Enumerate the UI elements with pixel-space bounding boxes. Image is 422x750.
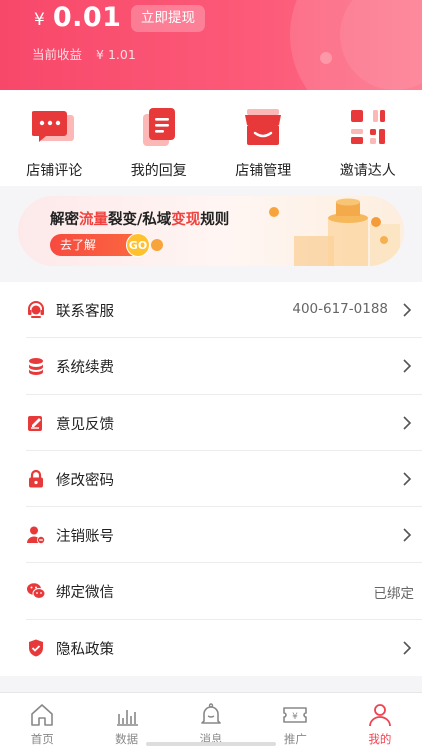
coin-dot-icon: [151, 239, 163, 251]
shortcut-store-management[interactable]: 店铺管理: [211, 90, 316, 186]
chevron-right-icon: [403, 303, 412, 317]
menu-label: 隐私政策: [56, 641, 114, 658]
menu-label: 系统续费: [56, 360, 114, 377]
comment-bubble-icon: [32, 106, 76, 148]
earnings-label: 当前收益: [32, 47, 83, 62]
menu-label: 修改密码: [56, 472, 114, 489]
wechat-bound-status: 已绑定: [373, 586, 415, 603]
user-remove-icon: [27, 526, 45, 545]
lock-icon: [29, 469, 43, 488]
balance-amount: 0.01: [52, 2, 122, 33]
bell-icon: [201, 703, 221, 724]
banner-title-highlight: 流量: [79, 212, 108, 228]
go-badge[interactable]: GO: [126, 233, 150, 257]
shortcut-invite-experts[interactable]: 邀请达人: [316, 90, 421, 186]
home-icon: [31, 704, 54, 726]
coin-stack-illustration: [269, 198, 400, 266]
menu-item-bind-wechat[interactable]: 绑定微信 已绑定: [26, 563, 422, 620]
banner-title-part: 解密: [50, 212, 79, 228]
chevron-right-icon: [403, 472, 412, 486]
menu-label: 注销账号: [56, 529, 114, 546]
promo-banner[interactable]: 解密流量裂变/私域变现规则 去了解 GO: [18, 196, 404, 266]
currency-symbol: ¥: [34, 9, 45, 30]
shortcut-label: 店铺评论: [26, 163, 83, 179]
shortcut-grid: 店铺评论 我的回复 店铺管理 邀请达人: [0, 90, 422, 186]
feedback-edit-icon: [28, 415, 42, 431]
bar-chart-icon: [116, 710, 138, 726]
banner-title-part: 规则: [200, 212, 230, 228]
tab-label: 我的: [368, 732, 392, 746]
menu-label: 意见反馈: [56, 416, 114, 433]
banner-title-part: 裂变/私域: [108, 212, 172, 228]
balance-header: ¥ 0.01 立即提现 当前收益 ¥ 1.01: [0, 0, 422, 90]
tab-label: 推广: [283, 732, 307, 746]
tab-label: 首页: [30, 732, 54, 746]
menu-item-system-renewal[interactable]: 系统续费: [26, 338, 422, 395]
qr-code-icon: [348, 106, 388, 148]
home-indicator: [146, 742, 276, 746]
current-earnings: 当前收益 ¥ 1.01: [32, 44, 136, 63]
menu-item-privacy-policy[interactable]: 隐私政策: [26, 620, 422, 676]
tab-home[interactable]: 首页: [0, 693, 84, 750]
banner-title-highlight: 变现: [171, 212, 201, 228]
chevron-right-icon: [403, 528, 412, 542]
ticket-icon: ¥: [283, 707, 308, 723]
menu-label: 绑定微信: [56, 585, 114, 602]
svg-text:¥: ¥: [293, 712, 299, 722]
shortcut-my-replies[interactable]: 我的回复: [107, 90, 212, 186]
withdraw-button[interactable]: 立即提现: [131, 5, 205, 32]
menu-item-feedback[interactable]: 意见反馈: [26, 395, 422, 451]
menu-item-delete-account[interactable]: 注销账号: [26, 507, 422, 564]
earnings-value: ¥ 1.01: [96, 47, 136, 62]
balance-display: ¥ 0.01: [34, 2, 121, 33]
document-icon: [139, 106, 179, 148]
shortcut-label: 我的回复: [130, 163, 187, 179]
person-icon: [368, 704, 391, 727]
shield-check-icon: [29, 639, 43, 657]
storefront-icon: [241, 106, 285, 148]
settings-menu: 联系客服 400-617-0188 系统续费 意见反馈 修改密码 注销账号 绑定…: [0, 282, 422, 677]
wechat-icon: [27, 583, 46, 600]
banner-title: 解密流量裂变/私域变现规则: [50, 208, 229, 229]
shortcut-label: 店铺管理: [235, 163, 292, 179]
menu-item-change-password[interactable]: 修改密码: [26, 451, 422, 508]
tab-label: 数据: [115, 732, 139, 746]
chevron-right-icon: [403, 416, 412, 430]
menu-item-contact-support[interactable]: 联系客服 400-617-0188: [26, 282, 422, 339]
chevron-right-icon: [403, 359, 412, 373]
shortcut-store-reviews[interactable]: 店铺评论: [2, 90, 107, 186]
coins-icon: [29, 358, 43, 376]
support-phone-number: 400-617-0188: [292, 301, 388, 317]
menu-label: 联系客服: [56, 304, 114, 320]
chevron-right-icon: [403, 641, 412, 655]
tab-mine[interactable]: 我的: [338, 693, 422, 750]
shortcut-label: 邀请达人: [339, 163, 396, 179]
headset-icon: [28, 301, 44, 318]
